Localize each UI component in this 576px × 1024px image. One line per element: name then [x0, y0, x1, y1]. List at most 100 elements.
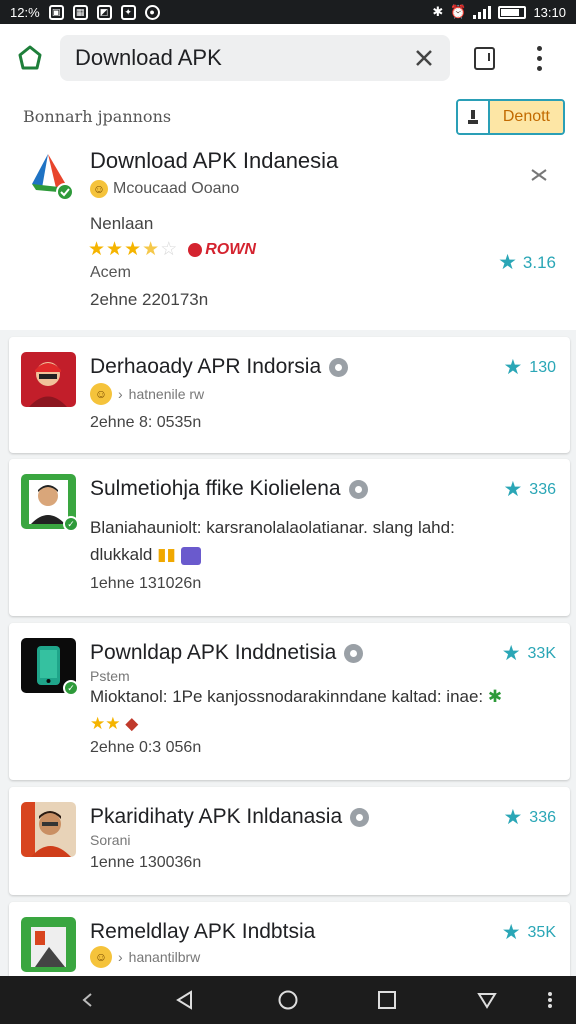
featured-badge-text: ROWN	[205, 240, 256, 258]
home-nav-button[interactable]	[276, 988, 300, 1012]
badge-icon: ◆	[125, 714, 139, 733]
result-title[interactable]: Pkaridihaty APK Inldanasia	[90, 805, 370, 829]
alarm-icon: ⏰	[450, 4, 467, 19]
app-thumbnail	[21, 917, 76, 972]
chevron-right-icon: ›	[118, 386, 123, 402]
star-empty-icon: ☆	[160, 239, 178, 260]
home-button[interactable]	[0, 24, 60, 92]
verified-icon	[344, 643, 364, 663]
clear-search-button[interactable]	[408, 42, 440, 74]
featured-star-rating: ★ ★ ★ ★ ☆ ROWN	[88, 240, 256, 259]
vpn-icon: ●	[144, 4, 160, 20]
result-title[interactable]: Pownldap APK Inddnetisia	[90, 641, 364, 665]
result-description: Blaniahauniolt: karsranolalaolatianar. s…	[90, 514, 510, 568]
overflow-menu-button[interactable]	[514, 24, 564, 92]
result-title-text[interactable]: Pownldap APK Inddnetisia	[90, 641, 336, 665]
result-title-text[interactable]: Derhaoady APR Indorsia	[90, 355, 321, 379]
result-card[interactable]: ✓ Pownldap APK Inddnetisia Pstem Mioktan…	[9, 623, 570, 780]
status-time-right: 13:10	[533, 4, 566, 20]
deposit-label: Denott	[489, 101, 563, 133]
result-subtitle: ☺ › hanantilbrw	[90, 946, 200, 968]
app-thumbnail: ✓	[21, 474, 79, 532]
result-title-text[interactable]: Pkaridihaty APK Inldanasia	[90, 805, 342, 829]
result-title[interactable]: Derhaoady APR Indorsia	[90, 355, 349, 379]
star-icon: ★	[88, 239, 106, 260]
menu-dot-icon	[536, 45, 542, 51]
featured-badge: ROWN	[188, 241, 256, 259]
result-subtitle: Sorani	[90, 832, 131, 848]
notification-icon: ✦	[120, 4, 136, 20]
game-icon	[180, 546, 201, 565]
result-card[interactable]: Remeldlay APK Indbtsia ☺ › hanantilbrw ★…	[9, 902, 570, 976]
avatar-icon	[21, 352, 76, 407]
dismiss-button[interactable]	[528, 164, 550, 186]
more-vert-icon	[548, 992, 552, 1008]
result-title-text[interactable]: Sulmetiohja ffike Kiolielena	[90, 477, 341, 501]
status-bar: 12:% ▣ ▦ ◩ ✦ ● ✱ ⏰ 13:10	[0, 0, 576, 24]
result-card[interactable]: Pkaridihaty APK Inldanasia Sorani 1enne …	[9, 787, 570, 895]
search-box[interactable]: Download APK	[60, 35, 450, 81]
result-card[interactable]: ✓ Sulmetiohja ffike Kiolielena Blaniahau…	[9, 459, 570, 616]
deposit-button[interactable]: Denott	[455, 99, 565, 135]
tabs-button[interactable]	[454, 24, 514, 92]
back-triangle-icon	[176, 990, 192, 1010]
app-thumbnail: ✓	[21, 638, 79, 696]
menu-dot-icon	[536, 65, 542, 71]
star-icon: ★	[106, 239, 124, 260]
triangle-down-icon	[477, 993, 497, 1009]
result-size: 1enne 130036n	[90, 854, 202, 871]
result-rating-value: 336	[529, 808, 556, 826]
result-rating: ★ 336	[503, 807, 556, 828]
featured-category: Nenlaan	[90, 214, 154, 233]
result-title[interactable]: Sulmetiohja ffike Kiolielena	[90, 477, 368, 501]
back-button[interactable]	[173, 988, 197, 1012]
gallery-icon: ▦	[72, 4, 88, 20]
photo-icon: ▣	[48, 4, 64, 20]
star-half-icon: ★	[142, 239, 160, 260]
star-icon: ★	[498, 251, 517, 274]
app-logo-icon	[21, 917, 76, 972]
menu-dot-icon	[536, 55, 542, 61]
verified-badge-icon: ✓	[63, 680, 79, 696]
featured-title[interactable]: Download APK Indanesia	[90, 148, 338, 174]
recents-button[interactable]	[375, 988, 399, 1012]
smiley-icon: ☺	[90, 180, 108, 198]
featured-size: 2ehne 220173n	[90, 290, 209, 309]
results-title: Bonnarh jpannons	[23, 106, 172, 126]
featured-developer: ☺ Mcoucaad Ooano	[90, 180, 239, 198]
result-rating: ★ 33K	[502, 643, 556, 664]
chevron-left-icon	[82, 993, 92, 1007]
leaf-icon: ✱	[487, 687, 503, 706]
status-time-left: 12:%	[10, 4, 40, 20]
verified-icon	[329, 357, 349, 377]
chevron-right-icon: ›	[118, 949, 123, 965]
result-rating: ★ 336	[503, 479, 556, 500]
smiley-icon: ☺	[90, 383, 112, 405]
home-circle-icon	[278, 990, 298, 1010]
recents-square-icon	[378, 991, 396, 1009]
nav-back-button[interactable]	[76, 988, 100, 1012]
result-title[interactable]: Remeldlay APK Indbtsia	[90, 920, 315, 944]
star-icon: ★	[503, 806, 523, 829]
home-icon	[18, 45, 42, 70]
result-size: 2ehne 8: 0535n	[90, 414, 202, 431]
verified-icon	[348, 479, 368, 499]
nav-down-button[interactable]	[475, 988, 499, 1012]
system-nav-bar	[0, 976, 576, 1024]
featured-label: Acem	[90, 264, 131, 281]
image-icon: ◩	[96, 4, 112, 20]
app-thumbnail	[21, 802, 76, 857]
featured-result[interactable]: Download APK Indanesia ☺ Mcoucaad Ooano …	[0, 140, 576, 330]
result-rating-value: 130	[529, 358, 556, 376]
close-icon	[531, 169, 547, 181]
star-icon: ★★	[90, 714, 121, 733]
result-rating-value: 336	[529, 480, 556, 498]
nav-menu-button[interactable]	[538, 988, 562, 1012]
featured-rating: ★ 3.16	[498, 252, 556, 273]
result-size: 2ehne 0:3 056n	[90, 739, 202, 756]
result-title-text[interactable]: Remeldlay APK Indbtsia	[90, 920, 315, 944]
result-card[interactable]: Derhaoady APR Indorsia ☺ › hatnenile rw …	[9, 337, 570, 453]
user-icon	[457, 101, 490, 133]
search-input[interactable]: Download APK	[75, 45, 408, 71]
avatar-icon	[21, 802, 76, 857]
